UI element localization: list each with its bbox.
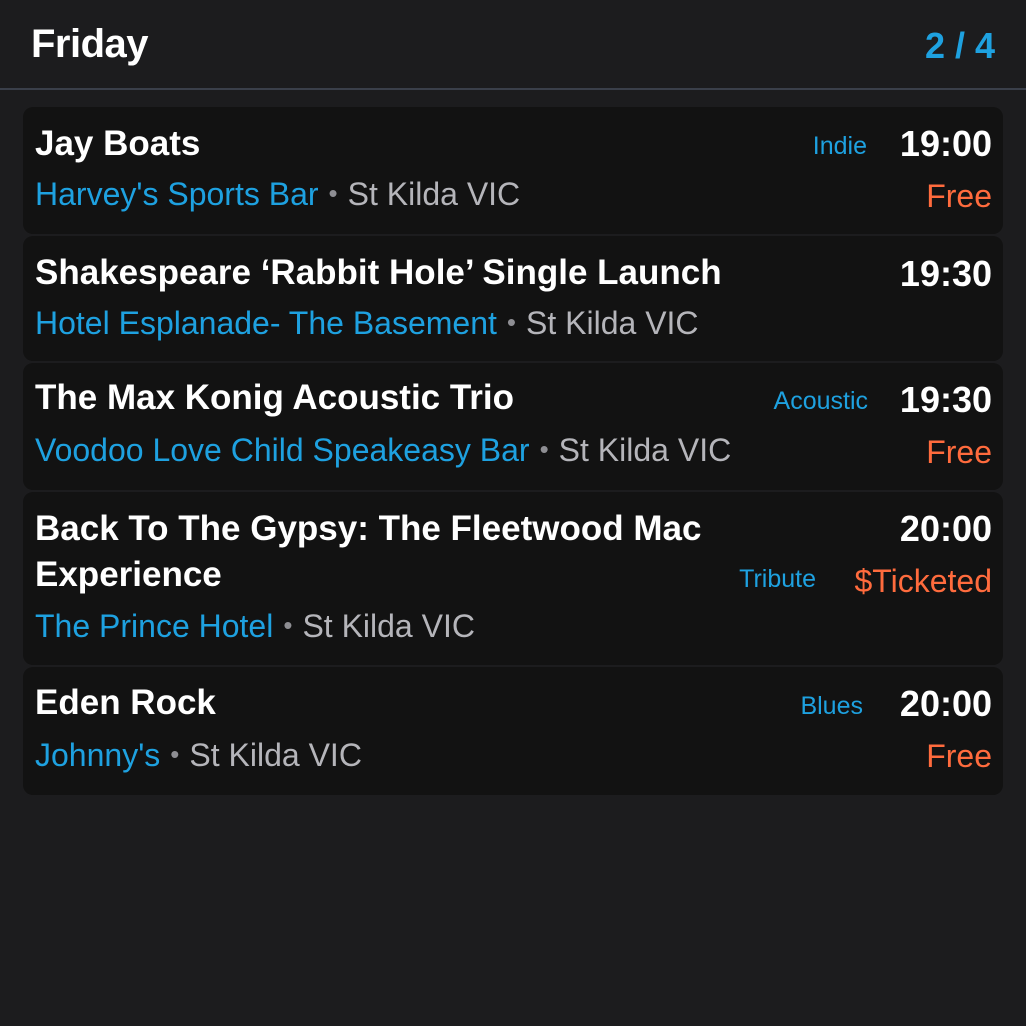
separator-dot: • [170, 739, 180, 769]
event-time: 20:00 [899, 508, 992, 549]
event-genre: Acoustic [773, 387, 868, 415]
separator-dot: • [283, 610, 293, 640]
page-indicator: 2 / 4 [924, 25, 995, 66]
event-venue-line: Johnny's • St Kilda VIC [35, 737, 362, 774]
separator-dot: • [506, 307, 517, 337]
event-time: 19:30 [899, 253, 992, 294]
event-card[interactable]: Shakespeare ‘Rabbit Hole’ Single Launch … [23, 236, 1003, 361]
event-price: Free [926, 434, 992, 470]
event-list: Jay Boats Indie 19:00 Harvey's Sports Ba… [23, 107, 1003, 797]
event-card[interactable]: Eden Rock Blues 20:00 Johnny's • St Kilda … [23, 667, 1003, 795]
event-card[interactable]: Jay Boats Indie 19:00 Harvey's Sports Ba… [23, 107, 1003, 234]
event-title: The Max Konig Acoustic Trio [35, 378, 515, 417]
venue-link[interactable]: Johnny's [35, 737, 160, 773]
separator-dot: • [539, 434, 549, 464]
venue-link[interactable]: Voodoo Love Child Speakeasy Bar [35, 432, 530, 468]
event-price: Free [926, 738, 992, 774]
event-card[interactable]: The Max Konig Acoustic Trio Acoustic 19:… [23, 363, 1003, 490]
event-location: St Kilda VIC [558, 432, 732, 468]
venue-link[interactable]: Hotel Esplanade- The Basement [35, 305, 497, 341]
event-price: $Ticketed [854, 563, 992, 599]
event-venue-line: Voodoo Love Child Speakeasy Bar • St Kilda… [35, 432, 731, 469]
event-venue-line: Harvey's Sports Bar • St Kilda VIC [35, 176, 520, 213]
event-title: Eden Rock [35, 683, 216, 722]
event-title: Jay Boats [35, 124, 201, 163]
event-location: St Kilda VIC [526, 305, 699, 341]
event-time: 20:00 [899, 683, 992, 724]
event-card[interactable]: Back To The Gypsy: The Fleetwood Mac Exp… [23, 492, 1003, 665]
event-price: Free [926, 178, 992, 214]
venue-link[interactable]: Harvey's Sports Bar [35, 176, 319, 212]
event-location: St Kilda VIC [347, 176, 521, 212]
event-title-line-2: Experience [35, 555, 222, 594]
event-title: Shakespeare ‘Rabbit Hole’ Single Launch [35, 253, 722, 292]
event-genre: Indie [812, 132, 867, 160]
venue-link[interactable]: The Prince Hotel [35, 608, 273, 644]
event-location: St Kilda VIC [189, 737, 362, 773]
event-venue-line: Hotel Esplanade- The Basement • St Kilda V… [35, 305, 699, 342]
event-genre: Blues [800, 692, 863, 720]
event-time: 19:30 [899, 379, 992, 420]
separator-dot: • [328, 178, 338, 208]
event-venue-line: The Prince Hotel • St Kilda VIC [35, 608, 475, 645]
event-title-line-1: Back To The Gypsy: The Fleetwood Mac [35, 509, 702, 548]
day-title: Friday [31, 22, 149, 66]
day-header: Friday 2 / 4 [0, 0, 1026, 90]
event-genre: Tribute [739, 565, 816, 593]
event-location: St Kilda VIC [302, 608, 475, 644]
event-time: 19:00 [899, 123, 992, 164]
